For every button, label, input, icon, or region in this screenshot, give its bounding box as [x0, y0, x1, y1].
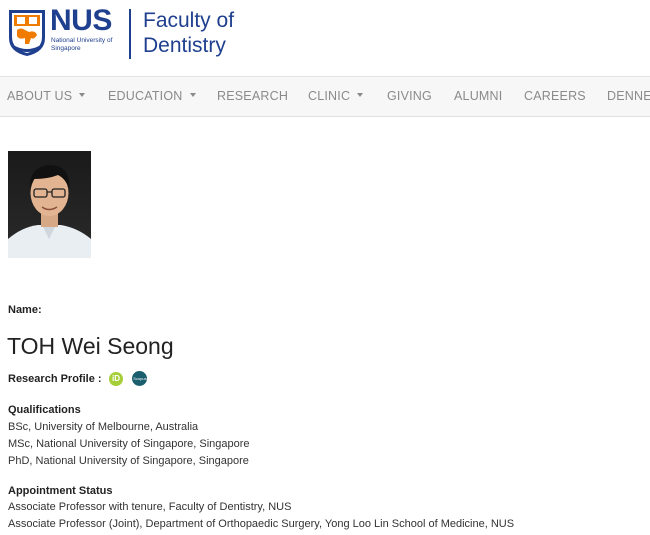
chevron-down-icon — [189, 92, 196, 97]
qualification-item: PhD, National University of Singapore, S… — [8, 455, 249, 467]
qualifications-title: Qualifications — [8, 404, 81, 416]
nav-item-label: CAREERS — [524, 89, 586, 103]
logo-divider — [129, 9, 131, 59]
faculty-title-line2: Dentistry — [143, 34, 226, 57]
qualification-item: MSc, National University of Singapore, S… — [8, 438, 250, 450]
nav-item-label: ABOUT US — [7, 89, 73, 103]
appointment-item: Associate Professor with tenure, Faculty… — [8, 501, 292, 513]
nav-item-alumni[interactable]: ALUMNI — [454, 77, 502, 116]
nav-item-label: EDUCATION — [108, 89, 183, 103]
nav-item-about-us[interactable]: ABOUT US — [7, 77, 86, 116]
scopus-icon[interactable]: Scopus — [132, 371, 148, 387]
chevron-down-icon — [357, 92, 364, 97]
nav-item-careers[interactable]: CAREERS — [524, 77, 586, 116]
nus-logo-subtitle: National University of Singapore — [51, 37, 113, 52]
nav-item-label: DENNET — [607, 89, 650, 103]
nav-item-clinic[interactable]: CLINIC — [308, 77, 364, 116]
faculty-title-line1: Faculty of — [143, 9, 235, 32]
nav-item-label: RESEARCH — [217, 89, 289, 103]
chevron-down-icon — [79, 92, 86, 97]
research-profile-row: Research Profile : iD Scopus — [8, 370, 148, 387]
nus-crest-icon[interactable] — [7, 8, 47, 58]
profile-photo — [8, 151, 91, 258]
appointment-status-title: Appointment Status — [8, 485, 113, 497]
person-name: TOH Wei Seong — [7, 333, 174, 359]
nav-item-label: GIVING — [387, 89, 432, 103]
appointment-item: Associate Professor (Joint), Department … — [8, 518, 515, 530]
research-profile-label: Research Profile : — [8, 372, 102, 385]
site-header: NUS National University of Singapore Fac… — [0, 0, 650, 76]
nus-logo-text[interactable]: NUS — [50, 4, 112, 38]
qualification-item: BSc, University of Melbourne, Australia — [8, 421, 199, 433]
faculty-title[interactable]: Faculty of Dentistry — [143, 8, 234, 58]
nav-item-education[interactable]: EDUCATION — [108, 77, 196, 116]
nav-item-dennet[interactable]: DENNET — [607, 77, 650, 116]
nav-item-research[interactable]: RESEARCH — [217, 77, 288, 116]
nav-item-giving[interactable]: GIVING — [387, 77, 432, 116]
nav-item-label: CLINIC — [308, 89, 351, 103]
orcid-icon[interactable]: iD — [109, 371, 123, 386]
nav-item-label: ALUMNI — [454, 89, 503, 103]
main-nav: ABOUT US EDUCATION RESEARCH CLINIC GIVIN… — [0, 76, 650, 117]
name-label: Name: — [8, 304, 42, 316]
